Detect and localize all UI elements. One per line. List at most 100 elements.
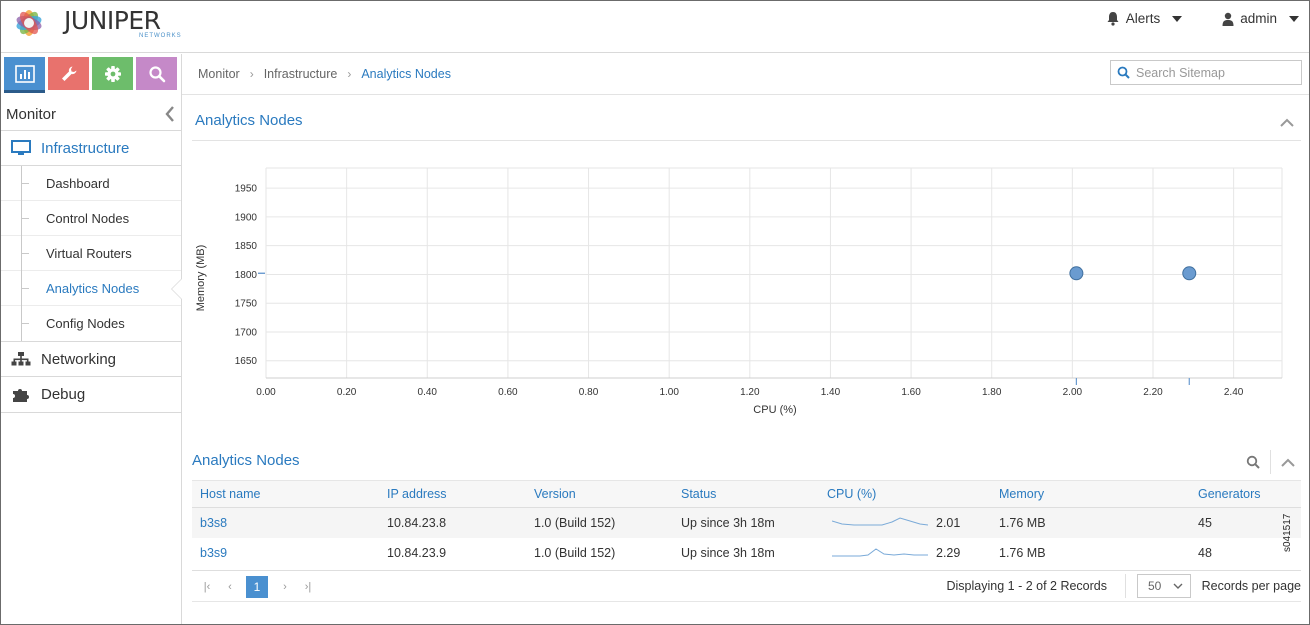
x-tick-label: 1.80 — [982, 387, 1002, 398]
logo-flower-icon — [16, 10, 42, 36]
generators-cell: 45 — [1198, 516, 1212, 530]
column-header-ip-address[interactable]: IP address — [387, 481, 447, 507]
column-header-status[interactable]: Status — [681, 481, 716, 507]
alerts-label: Alerts — [1125, 11, 1161, 26]
logo-subtitle: NETWORKS — [139, 33, 182, 39]
page-button-current[interactable]: 1 — [246, 576, 268, 598]
x-tick-label: 0.00 — [256, 387, 276, 398]
sidebar-item-infrastructure[interactable]: Infrastructure — [1, 130, 181, 166]
cpu-sparkline — [832, 508, 928, 538]
records-per-page-label: Records per page — [1201, 579, 1301, 593]
top-bar: JUNIPER NETWORKS Alerts admin — [1, 1, 1309, 53]
search-sitemap[interactable] — [1110, 60, 1302, 85]
last-page-button[interactable]: ›| — [297, 576, 319, 598]
sidebar-item-label: Infrastructure — [41, 139, 130, 157]
column-header-version[interactable]: Version — [534, 481, 576, 507]
grid-collapse-button[interactable] — [1280, 454, 1296, 470]
x-tick-label: 0.40 — [418, 387, 438, 398]
grid-toolbar-divider — [1270, 450, 1271, 474]
breadcrumb-item-monitor[interactable]: Monitor — [198, 67, 240, 81]
user-menu[interactable]: admin — [1222, 11, 1299, 26]
column-header-generators[interactable]: Generators — [1198, 481, 1261, 507]
sidebar-item-label: Debug — [41, 386, 86, 403]
sidebar-subitem-analytics-nodes[interactable]: Analytics Nodes — [1, 271, 182, 306]
chart-divider — [192, 140, 1301, 141]
data-point — [1069, 266, 1084, 281]
bar-chart-icon — [14, 64, 35, 83]
chart-collapse-button[interactable] — [1279, 114, 1295, 130]
sidebar-subitem-label: Dashboard — [46, 175, 110, 191]
active-pointer — [171, 278, 182, 300]
gear-icon — [104, 65, 121, 82]
bell-icon — [1107, 12, 1119, 26]
breadcrumb-item-infrastructure[interactable]: Infrastructure — [264, 67, 338, 81]
grid-header-row: Host name IP address Version Status CPU … — [192, 480, 1301, 508]
tab-monitor[interactable] — [4, 57, 45, 93]
user-label: admin — [1240, 11, 1277, 26]
x-tick-label: 2.00 — [1063, 387, 1083, 398]
sidebar: Monitor Infrastructure Dashboard Control… — [1, 54, 182, 624]
grid-search-button[interactable] — [1245, 454, 1261, 470]
sidebar-item-debug[interactable]: Debug — [1, 377, 181, 413]
search-icon — [148, 65, 165, 82]
chevron-down-icon — [1173, 583, 1183, 589]
sidebar-subitem-label: Config Nodes — [46, 316, 125, 331]
y-axis-label: Memory (MB) — [195, 245, 207, 312]
next-page-button[interactable]: › — [274, 576, 296, 598]
first-page-button[interactable]: |‹ — [196, 576, 218, 598]
alerts-menu[interactable]: Alerts — [1106, 11, 1183, 26]
column-header-cpu[interactable]: CPU (%) — [827, 481, 876, 507]
sidebar-subitem-label: Analytics Nodes — [46, 280, 140, 296]
y-tick-label: 1950 — [235, 184, 258, 195]
x-tick-label: 0.20 — [337, 387, 357, 398]
sidebar-subitem-control-nodes[interactable]: Control Nodes — [1, 201, 181, 236]
host-name-link[interactable]: b3s8 — [200, 508, 227, 538]
search-icon — [1117, 66, 1130, 79]
sidebar-subitem-config-nodes[interactable]: Config Nodes — [1, 306, 181, 341]
y-tick-label: 1700 — [235, 327, 258, 338]
status-cell: Up since 3h 18m — [681, 516, 775, 530]
tab-configure[interactable] — [48, 57, 89, 90]
user-icon — [1222, 12, 1234, 26]
tab-settings[interactable] — [92, 57, 133, 90]
x-tick-label: 1.00 — [659, 387, 679, 398]
chevron-right-icon: › — [249, 67, 254, 81]
column-header-memory[interactable]: Memory — [999, 481, 1044, 507]
chart-panel-title: Analytics Nodes — [195, 112, 303, 129]
x-tick-label: 2.40 — [1224, 387, 1244, 398]
wrench-icon — [61, 66, 76, 81]
chevron-right-icon: › — [347, 67, 352, 81]
memory-cell: 1.76 MB — [999, 546, 1046, 560]
sidebar-item-label: Networking — [41, 350, 117, 368]
status-cell: Up since 3h 18m — [681, 546, 775, 560]
y-tick-label: 1800 — [235, 270, 258, 281]
breadcrumb: Monitor › Infrastructure › Analytics Nod… — [198, 67, 451, 81]
page-size-select[interactable]: 50 — [1137, 574, 1191, 598]
sidebar-subitem-virtual-routers[interactable]: Virtual Routers — [1, 236, 181, 271]
x-tick-label: 1.60 — [901, 387, 921, 398]
analytics-nodes-grid: Host name IP address Version Status CPU … — [192, 480, 1301, 568]
juniper-logo[interactable]: JUNIPER NETWORKS — [9, 3, 181, 43]
logo-wordmark: JUNIPER — [64, 6, 161, 35]
page-size-value: 50 — [1148, 579, 1162, 593]
table-row: b3s8 10.84.23.8 1.0 (Build 152) Up since… — [192, 508, 1301, 538]
pager-divider — [1125, 574, 1126, 598]
breadcrumb-item-current: Analytics Nodes — [361, 67, 451, 81]
tab-query[interactable] — [136, 57, 177, 90]
sidebar-subitem-dashboard[interactable]: Dashboard — [1, 166, 181, 201]
prev-page-button[interactable]: ‹ — [219, 576, 241, 598]
search-input[interactable] — [1136, 65, 1296, 80]
sidebar-header: Monitor — [1, 98, 181, 130]
y-tick-label: 1650 — [235, 356, 258, 367]
chevron-down-icon — [1172, 15, 1183, 22]
data-point — [1182, 266, 1197, 281]
host-name-link[interactable]: b3s9 — [200, 538, 227, 568]
version-cell: 1.0 (Build 152) — [534, 546, 616, 560]
cpu-value-cell: 2.29 — [936, 546, 961, 560]
cpu-memory-scatter-chart: 1950 1900 1850 1800 1750 1700 1650 0.00 0.20 0.4… — [195, 167, 1283, 416]
search-icon — [1246, 455, 1260, 469]
column-header-host-name[interactable]: Host name — [200, 481, 260, 507]
cpu-value-cell: 2.01 — [936, 516, 961, 530]
chevron-left-icon[interactable] — [165, 106, 175, 122]
sidebar-item-networking[interactable]: Networking — [1, 341, 181, 377]
